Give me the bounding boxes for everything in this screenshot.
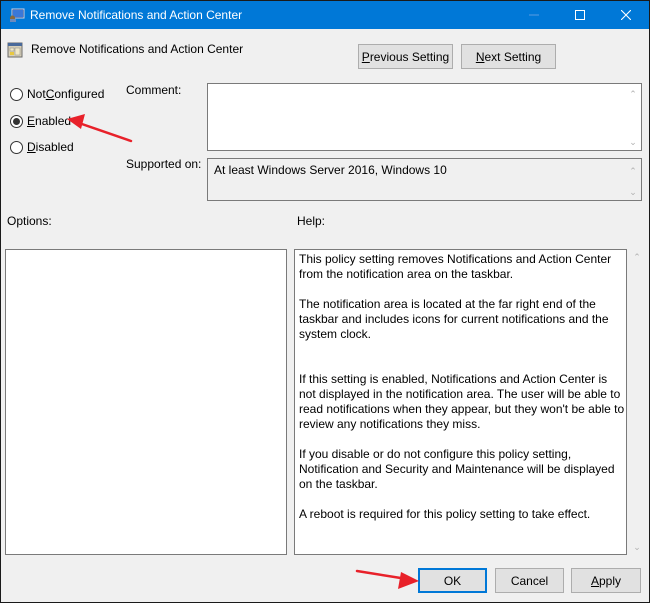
radio-label-accel: C <box>45 87 55 101</box>
radio-circle[interactable] <box>10 87 23 101</box>
next-setting-label: ext Setting <box>484 49 542 64</box>
radio-label-rest: nabled <box>35 114 72 128</box>
supported-on-field: At least Windows Server 2016, Windows 10… <box>207 158 642 201</box>
supported-on-value: At least Windows Server 2016, Windows 10 <box>214 163 447 177</box>
scroll-down-icon[interactable]: ⌄ <box>627 136 639 148</box>
close-icon <box>621 10 631 20</box>
disabled-radio[interactable]: Disabled <box>10 140 74 154</box>
previous-setting-label: revious Setting <box>369 49 450 64</box>
maximize-icon <box>575 10 585 20</box>
title-bar[interactable]: Remove Notifications and Action Center <box>1 1 649 29</box>
help-label: Help: <box>297 214 326 228</box>
help-paragraph: If you disable or do not configure this … <box>299 447 615 491</box>
window-title: Remove Notifications and Action Center <box>30 8 243 22</box>
radio-circle[interactable] <box>10 114 23 128</box>
radio-label-accel: E <box>27 114 36 128</box>
help-panel[interactable]: This policy setting removes Notification… <box>294 249 627 555</box>
help-text: This policy setting removes Notification… <box>299 252 625 537</box>
next-setting-accel: N <box>475 49 485 64</box>
apply-label: pply <box>599 573 622 588</box>
next-setting-button[interactable]: Next Setting <box>461 44 556 69</box>
help-paragraph: This policy setting removes Notification… <box>299 252 612 281</box>
radio-label-prefix: Not <box>27 87 46 101</box>
radio-label-rest: onfigured <box>54 87 105 101</box>
group-policy-app-icon <box>10 8 25 22</box>
scroll-down-icon[interactable]: ⌄ <box>627 186 639 198</box>
arrow-to-enabled <box>67 114 133 143</box>
radio-label-accel: D <box>27 140 36 154</box>
cancel-button[interactable]: Cancel <box>495 568 564 593</box>
maximize-button[interactable] <box>557 1 603 29</box>
minimize-icon <box>529 14 539 16</box>
scroll-up-icon[interactable]: ⌃ <box>627 165 639 177</box>
radio-label-rest: isabled <box>35 140 74 154</box>
help-scroll-down-icon[interactable]: ⌄ <box>631 541 643 553</box>
help-paragraph: The notification area is located at the … <box>299 297 609 341</box>
radio-circle[interactable] <box>10 140 23 154</box>
apply-button[interactable]: Apply <box>571 568 641 593</box>
supported-on-label: Supported on: <box>126 157 202 171</box>
previous-setting-accel: P <box>361 49 370 64</box>
options-label: Options: <box>7 214 52 228</box>
help-paragraph: If this setting is enabled, Notification… <box>299 372 625 431</box>
close-button[interactable] <box>603 1 649 29</box>
policy-dialog-window: Remove Notifications and Action Center R… <box>0 0 650 603</box>
options-panel <box>5 249 287 555</box>
apply-accel: A <box>590 573 599 588</box>
help-paragraph: A reboot is required for this policy set… <box>299 507 591 521</box>
policy-name: Remove Notifications and Action Center <box>31 42 244 56</box>
not-configured-radio[interactable]: Not Configured <box>10 87 104 101</box>
comment-textarea[interactable]: ⌃ ⌄ <box>207 83 642 151</box>
scroll-up-icon[interactable]: ⌃ <box>627 88 639 100</box>
arrow-to-ok <box>355 569 419 589</box>
minimize-button[interactable] <box>511 1 557 29</box>
help-scroll-up-icon[interactable]: ⌃ <box>631 251 643 263</box>
enabled-radio[interactable]: Enabled <box>10 114 71 128</box>
policy-setting-icon <box>7 42 23 58</box>
previous-setting-button[interactable]: Previous Setting <box>358 44 453 69</box>
ok-button[interactable]: OK <box>418 568 487 593</box>
comment-label: Comment: <box>126 83 182 97</box>
